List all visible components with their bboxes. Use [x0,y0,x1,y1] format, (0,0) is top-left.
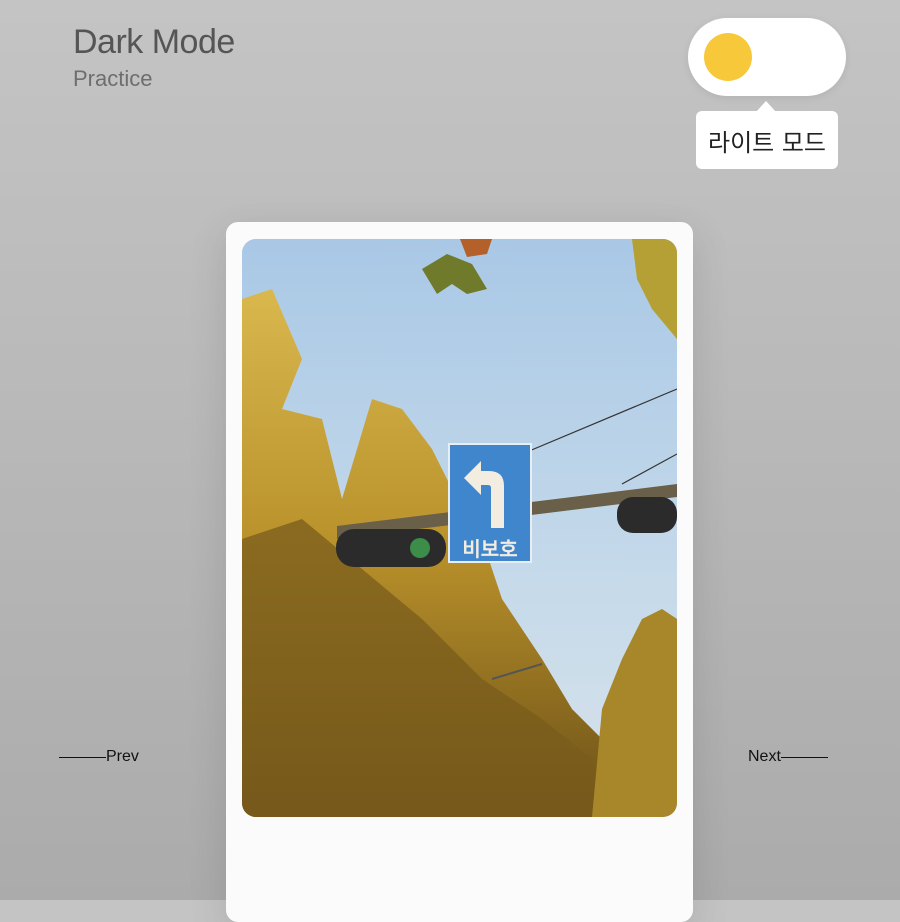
prev-button[interactable]: Prev [59,748,139,766]
next-label: Next [748,748,781,765]
photo-card: 비보호 [226,222,693,922]
photo-illustration: 비보호 [242,239,677,817]
next-line [780,756,828,758]
traffic-light-photo: 비보호 [242,239,677,817]
page-header: Dark Mode Practice [73,22,235,96]
toggle-knob [704,33,752,81]
sign-board: 비보호 [448,443,532,563]
next-button[interactable]: Next [748,748,828,766]
page-subtitle: Practice [73,66,153,91]
prev-line [59,756,106,758]
prev-label: Prev [106,748,139,765]
page-title: Dark Mode [73,23,235,61]
theme-mode-tooltip: 라이트 모드 [696,111,838,169]
sign-text: 비보호 [462,537,517,561]
theme-toggle-switch[interactable] [688,18,846,96]
